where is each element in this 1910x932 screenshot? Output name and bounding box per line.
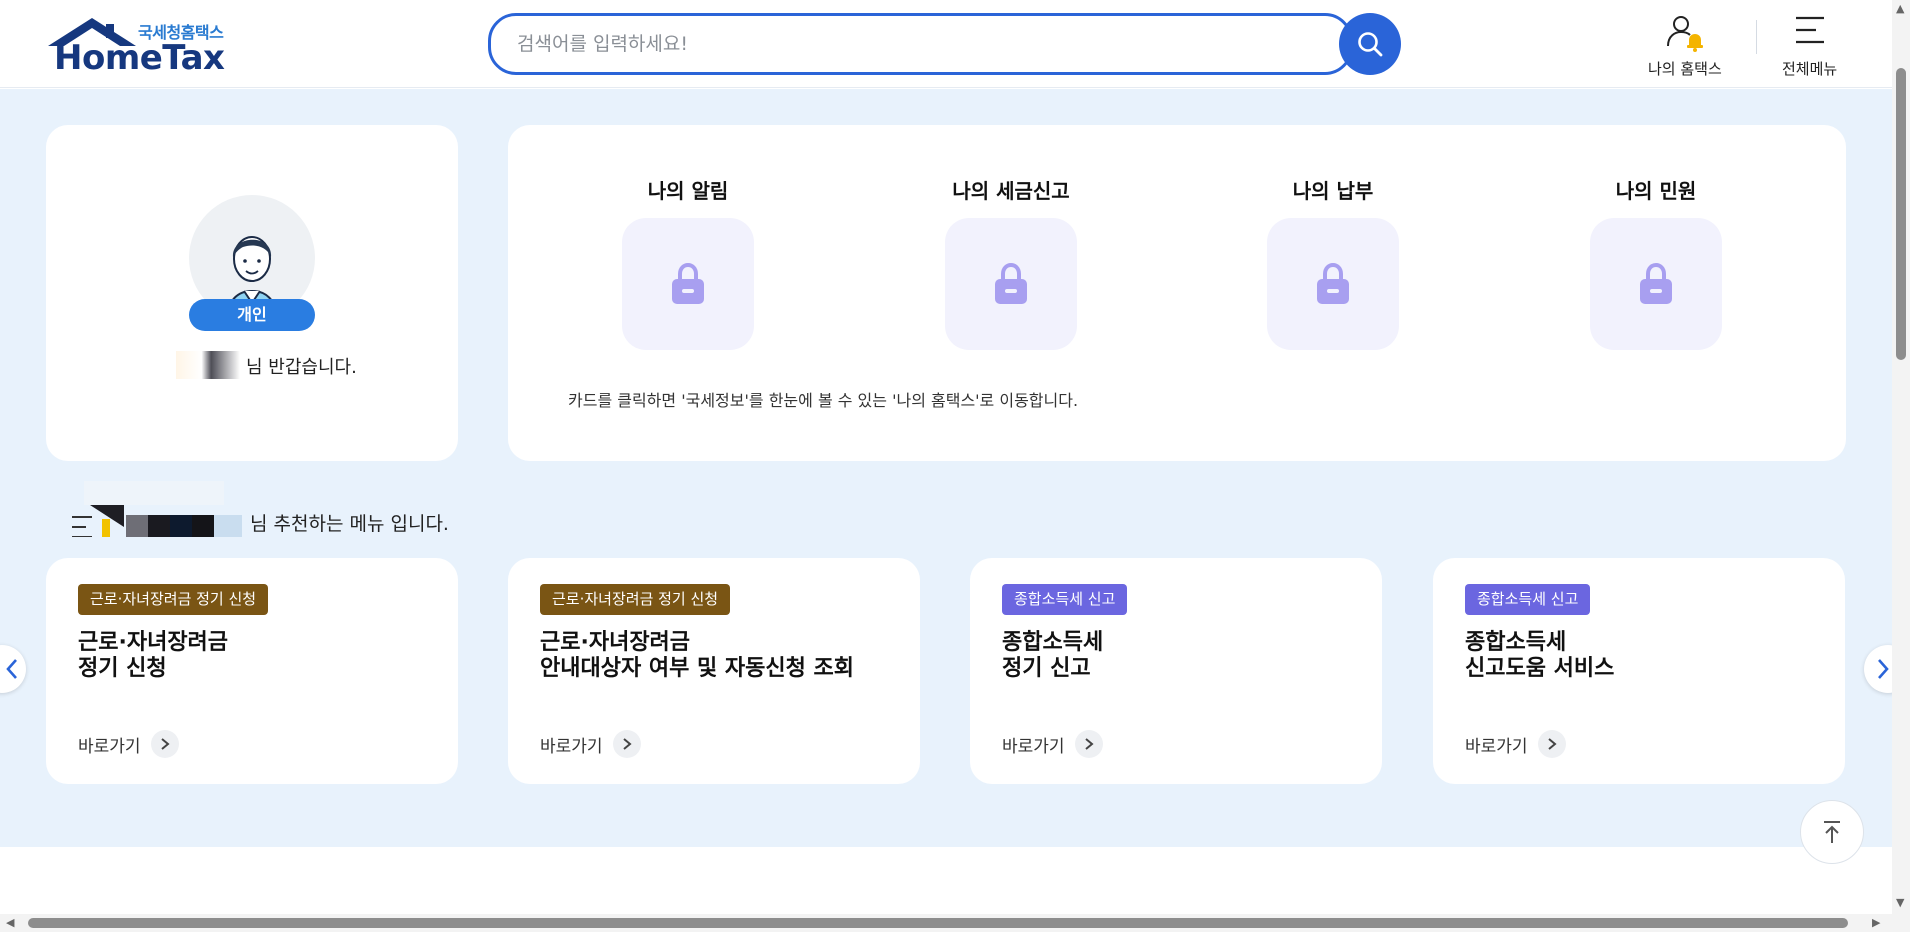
horizontal-scrollbar[interactable]: ◀ ▶ — [0, 914, 1910, 932]
arrow-up-to-top-icon — [1824, 821, 1840, 843]
card-title: 근로·자녀장려금 안내대상자 여부 및 자동신청 조회 — [540, 630, 854, 682]
category-tag: 종합소득세 신고 — [1465, 584, 1591, 615]
recommend-card-1[interactable]: 근로·자녀장려금 정기 신청 근로·자녀장려금 정기 신청 바로가기 — [46, 558, 458, 784]
chevron-right-icon — [1074, 730, 1103, 758]
hamburger-menu-icon — [1795, 16, 1824, 44]
go-link[interactable]: 바로가기 — [540, 730, 641, 758]
lock-icon — [995, 262, 1027, 304]
lock-icon — [1317, 262, 1349, 304]
recommend-card-2[interactable]: 근로·자녀장려금 정기 신청 근로·자녀장려금 안내대상자 여부 및 자동신청 … — [508, 558, 920, 784]
my-tax-filing[interactable]: 나의 세금신고 — [911, 175, 1111, 350]
recommend-card-3[interactable]: 종합소득세 신고 종합소득세 정기 신고 바로가기 — [970, 558, 1382, 784]
greeting-text: 님 반갑습니다. — [246, 357, 357, 378]
card-title-line1: 근로·자녀장려금 — [540, 630, 691, 655]
horizontal-scroll-thumb[interactable] — [28, 918, 1848, 928]
card-title-line1: 근로·자녀장려금 — [78, 630, 229, 655]
card-title-line2: 정기 신청 — [78, 656, 167, 681]
my-tax-filing-title: 나의 세금신고 — [952, 179, 1070, 203]
card-title-line2: 신고도움 서비스 — [1465, 656, 1615, 681]
main-content: 개인 님 반갑습니다. 나의 알림 나의 세금신고 나의 납부 나의 민원 카드… — [0, 89, 1892, 847]
my-hometax-label: 나의 홈택스 — [1648, 60, 1722, 78]
card-title-line2: 안내대상자 여부 및 자동신청 조회 — [540, 656, 854, 681]
go-link[interactable]: 바로가기 — [1002, 730, 1103, 758]
user-bell-icon — [1666, 16, 1703, 52]
category-tag: 종합소득세 신고 — [1002, 584, 1128, 615]
my-alerts-title: 나의 알림 — [647, 179, 729, 203]
card-title-line1: 종합소득세 — [1465, 630, 1567, 655]
scroll-down-arrow-icon[interactable]: ▼ — [1896, 896, 1904, 909]
go-link-label: 바로가기 — [1002, 736, 1065, 757]
chevron-right-icon — [150, 730, 179, 758]
redacted-user-block — [72, 481, 242, 537]
chevron-right-icon — [612, 730, 641, 758]
scroll-left-arrow-icon[interactable]: ◀ — [6, 916, 14, 929]
search-input[interactable] — [517, 16, 1297, 72]
card-title-line1: 종합소득세 — [1002, 630, 1104, 655]
my-alerts[interactable]: 나의 알림 — [588, 175, 788, 350]
profile-card: 개인 님 반갑습니다. — [46, 125, 458, 461]
logo-title: HomeTax — [54, 38, 225, 78]
my-hometax-note: 카드를 클릭하면 '국세정보'를 한눈에 볼 수 있는 '나의 홈택스'로 이동… — [568, 391, 1079, 410]
scroll-right-arrow-icon[interactable]: ▶ — [1872, 916, 1880, 929]
card-title: 종합소득세 신고도움 서비스 — [1465, 630, 1614, 682]
scroll-up-arrow-icon[interactable]: ▲ — [1896, 2, 1904, 15]
recommend-title: 님 추천하는 메뉴 입니다. — [250, 513, 449, 535]
chevron-right-icon — [1878, 659, 1889, 679]
go-link-label: 바로가기 — [540, 736, 603, 757]
go-link[interactable]: 바로가기 — [1465, 730, 1566, 758]
search-box — [488, 13, 1353, 75]
search-icon — [1358, 32, 1383, 57]
my-hometax-button[interactable]: 나의 홈택스 — [1648, 12, 1722, 79]
chevron-right-icon — [1537, 730, 1566, 758]
lock-icon — [1640, 262, 1672, 304]
go-link[interactable]: 바로가기 — [78, 730, 179, 758]
vertical-scrollbar[interactable]: ▲ ▼ — [1892, 0, 1910, 914]
my-civil-petition[interactable]: 나의 민원 — [1556, 175, 1756, 350]
personal-badge: 개인 — [189, 299, 315, 331]
my-hometax-card[interactable]: 나의 알림 나의 세금신고 나의 납부 나의 민원 카드를 클릭하면 '국세정보… — [508, 125, 1846, 461]
card-title-line2: 정기 신고 — [1002, 656, 1091, 681]
go-link-label: 바로가기 — [1465, 736, 1528, 757]
my-payment-title: 나의 납부 — [1292, 179, 1374, 203]
chevron-left-icon — [6, 659, 17, 679]
vertical-scroll-thumb[interactable] — [1896, 68, 1906, 360]
category-tag: 근로·자녀장려금 정기 신청 — [78, 584, 269, 615]
header: 국세청홈택스 HomeTax 나의 홈택스 전체메뉴 — [0, 0, 1892, 88]
scroll-to-top-button[interactable] — [1800, 800, 1864, 864]
my-payment[interactable]: 나의 납부 — [1233, 175, 1433, 350]
category-tag: 근로·자녀장려금 정기 신청 — [540, 584, 731, 615]
lock-tile — [1267, 218, 1399, 350]
lock-tile — [622, 218, 754, 350]
card-title: 근로·자녀장려금 정기 신청 — [78, 630, 228, 682]
all-menu-label: 전체메뉴 — [1782, 60, 1838, 78]
recommend-card-4[interactable]: 종합소득세 신고 종합소득세 신고도움 서비스 바로가기 — [1433, 558, 1845, 784]
card-title: 종합소득세 정기 신고 — [1002, 630, 1103, 682]
lock-tile — [945, 218, 1077, 350]
my-civil-petition-title: 나의 민원 — [1615, 179, 1697, 203]
all-menu-button[interactable]: 전체메뉴 — [1782, 12, 1837, 79]
lock-icon — [672, 262, 704, 304]
search-button[interactable] — [1339, 13, 1401, 75]
hometax-logo[interactable]: 국세청홈택스 HomeTax — [44, 14, 244, 78]
lock-tile — [1590, 218, 1722, 350]
go-link-label: 바로가기 — [78, 736, 141, 757]
redacted-name — [176, 351, 240, 379]
header-divider — [1756, 20, 1757, 54]
